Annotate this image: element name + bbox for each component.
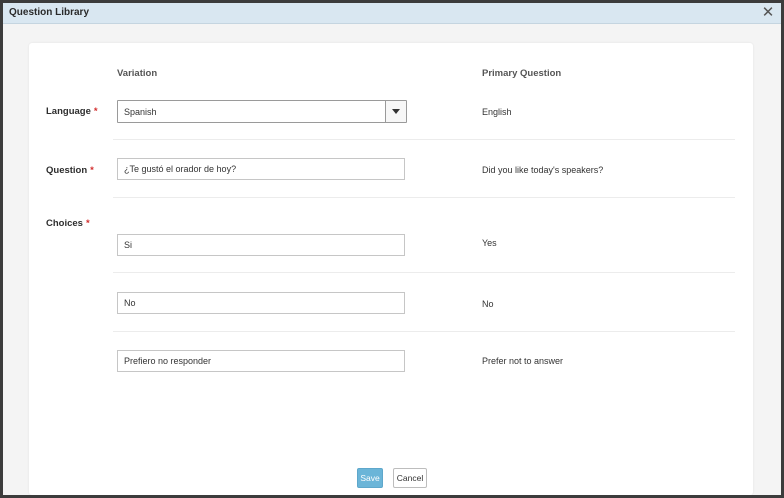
dialog-titlebar: Question Library ✕ (3, 3, 781, 24)
dialog-title: Question Library (9, 7, 90, 18)
row-divider (113, 139, 735, 140)
required-marker: * (85, 218, 90, 229)
language-dropdown-toggle[interactable] (385, 101, 406, 122)
variation-column-header: Variation (117, 68, 158, 79)
row-divider (113, 197, 735, 198)
question-library-dialog: Question Library ✕ Variation Primary Que… (3, 3, 781, 495)
primary-choice-1: Yes (482, 238, 497, 248)
primary-question: Did you like today's speakers? (482, 165, 604, 175)
chevron-down-icon (392, 109, 400, 114)
required-marker: * (90, 165, 94, 176)
close-icon[interactable]: ✕ (760, 5, 776, 21)
question-input[interactable] (117, 158, 405, 180)
form-panel: Variation Primary Question Language * Spa… (29, 43, 753, 495)
choice-input-1[interactable] (117, 234, 405, 256)
required-marker: * (93, 106, 98, 117)
language-select[interactable]: Spanish (117, 100, 407, 123)
primary-choice-3: Prefer not to answer (482, 356, 564, 366)
language-label: Language * (46, 106, 98, 117)
choices-label: Choices * (46, 218, 90, 229)
primary-choice-2: No (482, 299, 494, 309)
primary-question-column-header: Primary Question (482, 68, 562, 79)
row-divider (113, 272, 735, 273)
choice-input-3[interactable] (117, 350, 405, 372)
cancel-button[interactable]: Cancel (393, 468, 427, 488)
save-button[interactable]: Save (357, 468, 383, 488)
question-label: Question * (46, 165, 94, 176)
row-divider (113, 331, 735, 332)
language-select-value: Spanish (124, 107, 157, 117)
primary-language: English (482, 107, 512, 117)
choice-input-2[interactable] (117, 292, 405, 314)
